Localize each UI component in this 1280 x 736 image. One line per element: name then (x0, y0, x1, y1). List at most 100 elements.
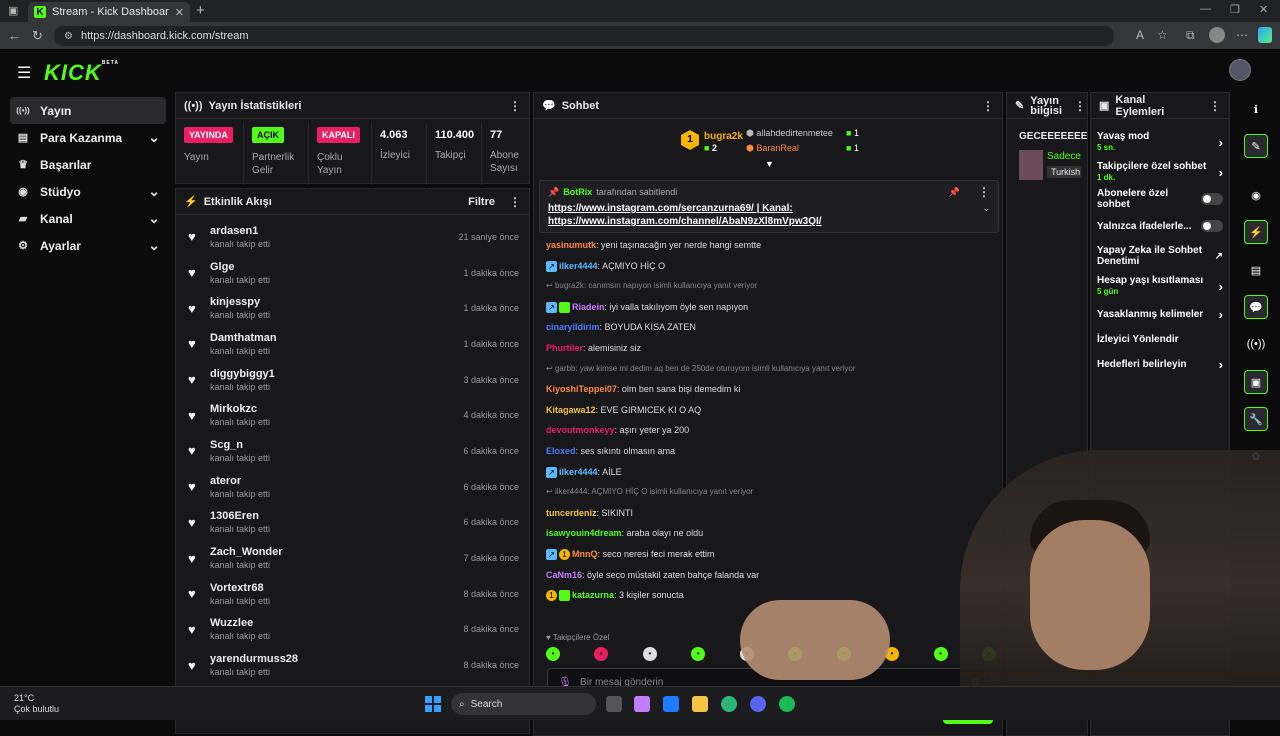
action-item[interactable]: Yavaş mod 5 sn. › (1091, 127, 1229, 157)
discord-icon[interactable] (750, 696, 766, 712)
chat-username[interactable]: katazurna (572, 590, 614, 600)
chevron-right-icon[interactable]: › (1219, 135, 1223, 150)
info-rail-icon[interactable]: ℹ (1244, 97, 1268, 121)
chat-username[interactable]: ilker4444 (559, 467, 598, 477)
taskview-icon[interactable] (606, 696, 622, 712)
copilot-icon[interactable] (1258, 27, 1272, 43)
chat-username[interactable]: MnnQ (572, 549, 598, 559)
store-icon[interactable] (663, 696, 679, 712)
chat-username[interactable]: KiyoshiTeppei07 (546, 384, 617, 394)
toggle-switch[interactable] (1201, 193, 1223, 205)
chat-username[interactable]: yasinumutk (546, 240, 596, 250)
follower-name[interactable]: Damthatman (210, 332, 455, 344)
sidebar-item-5[interactable]: ⚙ Ayarlar ⌄ (10, 232, 166, 259)
chat-username[interactable]: Kitagawa12 (546, 405, 596, 415)
chat-username[interactable]: Riadein (572, 302, 605, 312)
activity-menu-icon[interactable]: ⋮ (509, 195, 521, 209)
emote-icon[interactable]: • (642, 647, 657, 661)
site-info-icon[interactable]: ⚙ (64, 31, 73, 42)
follower-name[interactable]: Vortextr68 (210, 582, 455, 594)
follower-name[interactable]: kinjesspy (210, 296, 455, 308)
chat-username[interactable]: isawyouin4dream (546, 528, 622, 538)
chat-username[interactable]: ilker4444 (559, 261, 598, 271)
favorite-star-icon[interactable]: ☆ (1157, 28, 1168, 42)
sidebar-item-3[interactable]: ◉ Stüdyo ⌄ (10, 178, 166, 205)
new-tab-icon[interactable]: + (196, 2, 205, 19)
sidebar-item-2[interactable]: ♛ Başarılar (10, 151, 166, 178)
chevron-right-icon[interactable]: › (1219, 165, 1223, 180)
copilot-taskbar-icon[interactable] (634, 696, 650, 712)
sidebar-item-0[interactable]: ((•)) Yayın (10, 97, 166, 124)
info-menu-icon[interactable]: ⋮ (1074, 100, 1086, 112)
camera-rail-icon[interactable]: ◉ (1244, 183, 1268, 207)
unpin-icon[interactable]: 📌 (949, 187, 960, 198)
tab-menu-icon[interactable]: ▣ (8, 4, 18, 17)
profile-avatar[interactable] (1209, 27, 1225, 43)
reload-icon[interactable]: ↻ (32, 28, 43, 44)
chat-rail-icon[interactable]: 💬 (1244, 295, 1268, 319)
chevron-down-icon[interactable]: ⌄ (148, 237, 160, 254)
chat-menu-icon[interactable]: ⋮ (982, 99, 994, 113)
external-link-icon[interactable]: ↗ (1215, 251, 1223, 262)
read-aloud-icon[interactable]: A (1136, 28, 1144, 42)
follower-name[interactable]: Zach_Wonder (210, 546, 455, 558)
chevron-right-icon[interactable]: › (1219, 307, 1223, 322)
action-item[interactable]: Yasaklanmış kelimeler › (1091, 301, 1229, 327)
actions-menu-icon[interactable]: ⋮ (1209, 99, 1221, 113)
follower-name[interactable]: 1306Eren (210, 510, 455, 522)
bolt-rail-icon[interactable]: ⚡ (1244, 220, 1268, 244)
follower-name[interactable]: Scg_n (210, 439, 455, 451)
tab-close-icon[interactable]: ✕ (175, 6, 184, 19)
window-close-icon[interactable]: ✕ (1259, 3, 1268, 16)
notes-rail-icon[interactable]: ▤ (1244, 258, 1268, 282)
follower-name[interactable]: diggybiggy1 (210, 368, 455, 380)
emote-icon[interactable]: • (933, 647, 948, 661)
category-thumbnail[interactable] (1019, 150, 1043, 180)
back-icon[interactable]: ← (8, 28, 21, 43)
maximize-icon[interactable]: ❐ (1230, 3, 1240, 16)
action-item[interactable]: Abonelere özel sohbet (1091, 187, 1229, 211)
collapse-chevron-icon[interactable]: ▼ (765, 159, 774, 169)
browser-menu-icon[interactable]: ⋯ (1236, 28, 1248, 42)
emote-icon[interactable]: • (594, 647, 609, 661)
follower-name[interactable]: Wuzzlee (210, 617, 455, 629)
follower-name[interactable]: ardasen1 (210, 225, 450, 237)
pinned-menu-icon[interactable]: ⋮ (978, 185, 990, 199)
filter-button[interactable]: Filtre (468, 196, 495, 208)
action-item[interactable]: Hesap yaşı kısıtlaması 5 gün › (1091, 271, 1229, 301)
chat-username[interactable]: Phurtiler (546, 343, 583, 353)
category-tag[interactable]: Turkish (1047, 166, 1081, 178)
action-item[interactable]: Takipçilere özel sohbet 1 dk. › (1091, 157, 1229, 187)
sidebar-item-1[interactable]: ▤ Para Kazanma ⌄ (10, 124, 166, 151)
dashboard-rail-icon[interactable]: ▣ (1244, 370, 1268, 394)
explorer-icon[interactable] (692, 696, 708, 712)
kick-logo[interactable]: KICKBETA (44, 60, 119, 86)
emote-icon[interactable]: • (691, 647, 706, 661)
top-gifter-2[interactable]: ⬢ allahdedirtenmetee (746, 128, 833, 139)
hamburger-menu-icon[interactable]: ☰ (17, 63, 31, 83)
chat-username[interactable]: tuncerdeniz (546, 508, 597, 518)
pinned-link-2[interactable]: https://www.instagram.com/channel/AbaN9z… (548, 215, 990, 228)
chevron-down-icon[interactable]: ⌄ (148, 129, 160, 146)
action-item[interactable]: İzleyici Yönlendir (1091, 327, 1229, 351)
top-gifter-1[interactable]: bugra2k (704, 131, 743, 142)
broadcast-rail-icon[interactable]: ((•)) (1244, 332, 1268, 356)
chat-username[interactable]: CaNm16 (546, 570, 582, 580)
wrench-rail-icon[interactable]: 🔧 (1244, 407, 1268, 431)
spotify-icon[interactable] (779, 696, 795, 712)
browser-tab[interactable]: K Stream - Kick Dashboard ✕ (28, 2, 190, 22)
pinned-link-1[interactable]: https://www.instagram.com/sercanzurna69/… (548, 202, 990, 215)
chevron-right-icon[interactable]: › (1219, 279, 1223, 294)
stats-menu-icon[interactable]: ⋮ (509, 99, 521, 113)
user-avatar[interactable] (1229, 59, 1251, 81)
chevron-down-icon[interactable]: ⌄ (148, 210, 160, 227)
chevron-down-icon[interactable]: ⌄ (148, 183, 160, 200)
taskbar-search[interactable]: ⌕ Search (451, 693, 596, 715)
action-item[interactable]: Yalnızca ifadelerle... (1091, 211, 1229, 241)
collections-icon[interactable]: ⧉ (1186, 28, 1195, 43)
start-button[interactable] (425, 696, 441, 712)
action-item[interactable]: Yapay Zeka ile Sohbet Denetimi ↗ (1091, 241, 1229, 271)
follower-name[interactable]: yarendurmuss28 (210, 653, 455, 665)
chat-username[interactable]: cinaryildirim (546, 322, 600, 332)
chevron-right-icon[interactable]: › (1219, 357, 1223, 372)
